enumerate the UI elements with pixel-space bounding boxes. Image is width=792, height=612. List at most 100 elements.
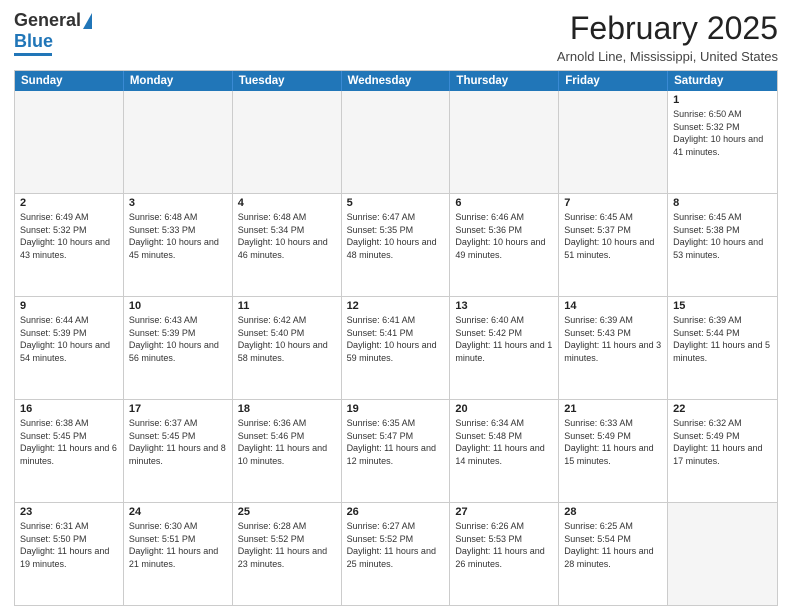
day-cell-2-3: 12Sunrise: 6:41 AM Sunset: 5:41 PM Dayli… — [342, 297, 451, 399]
day-number: 8 — [673, 197, 772, 209]
day-info: Sunrise: 6:32 AM Sunset: 5:49 PM Dayligh… — [673, 417, 772, 467]
logo-general: General — [14, 10, 81, 31]
day-number: 25 — [238, 506, 336, 518]
day-number: 27 — [455, 506, 553, 518]
day-cell-0-0 — [15, 91, 124, 193]
day-cell-3-4: 20 Sunrise: 6:34 AM Sunset: 5:48 PM Dayli… — [450, 400, 559, 502]
day-cell-3-3: 19Sunrise: 6:35 AM Sunset: 5:47 PM Dayli… — [342, 400, 451, 502]
day-info: Sunrise: 6:27 AM Sunset: 5:52 PM Dayligh… — [347, 520, 445, 570]
day-number: 4 — [238, 197, 336, 209]
week-row-3: 16 Sunrise: 6:38 AM Sunset: 5:45 PM Dayli… — [15, 399, 777, 502]
day-cell-2-6: 15 Sunrise: 6:39 AM Sunset: 5:44 PM Dayli… — [668, 297, 777, 399]
day-info: Sunrise: 6:35 AM Sunset: 5:47 PM Dayligh… — [347, 417, 445, 467]
day-info: Sunrise: 6:39 AM Sunset: 5:44 PM Dayligh… — [673, 314, 772, 364]
day-cell-2-2: 11Sunrise: 6:42 AM Sunset: 5:40 PM Dayli… — [233, 297, 342, 399]
header-wednesday: Wednesday — [342, 71, 451, 91]
header-sunday: Sunday — [15, 71, 124, 91]
logo: General Blue — [14, 10, 92, 56]
day-number: 5 — [347, 197, 445, 209]
page: General Blue February 2025 Arnold Line, … — [0, 0, 792, 612]
day-cell-0-3 — [342, 91, 451, 193]
day-info: Sunrise: 6:48 AM Sunset: 5:34 PM Dayligh… — [238, 211, 336, 261]
day-info: Sunrise: 6:39 AM Sunset: 5:43 PM Dayligh… — [564, 314, 662, 364]
day-number: 13 — [455, 300, 553, 312]
day-info: Sunrise: 6:40 AM Sunset: 5:42 PM Dayligh… — [455, 314, 553, 364]
day-cell-1-1: 3 Sunrise: 6:48 AM Sunset: 5:33 PM Daylig… — [124, 194, 233, 296]
day-info: Sunrise: 6:30 AM Sunset: 5:51 PM Dayligh… — [129, 520, 227, 570]
day-number: 3 — [129, 197, 227, 209]
day-number: 23 — [20, 506, 118, 518]
calendar: Sunday Monday Tuesday Wednesday Thursday… — [14, 70, 778, 606]
day-number: 10 — [129, 300, 227, 312]
day-number: 21 — [564, 403, 662, 415]
day-cell-1-0: 2 Sunrise: 6:49 AM Sunset: 5:32 PM Daylig… — [15, 194, 124, 296]
header-tuesday: Tuesday — [233, 71, 342, 91]
day-number: 16 — [20, 403, 118, 415]
day-info: Sunrise: 6:43 AM Sunset: 5:39 PM Dayligh… — [129, 314, 227, 364]
day-number: 14 — [564, 300, 662, 312]
day-cell-3-0: 16 Sunrise: 6:38 AM Sunset: 5:45 PM Dayli… — [15, 400, 124, 502]
header-monday: Monday — [124, 71, 233, 91]
day-cell-4-1: 24 Sunrise: 6:30 AM Sunset: 5:51 PM Dayli… — [124, 503, 233, 605]
day-cell-3-5: 21 Sunrise: 6:33 AM Sunset: 5:49 PM Dayli… — [559, 400, 668, 502]
logo-triangle-icon — [83, 13, 92, 29]
day-info: Sunrise: 6:28 AM Sunset: 5:52 PM Dayligh… — [238, 520, 336, 570]
week-row-1: 2 Sunrise: 6:49 AM Sunset: 5:32 PM Daylig… — [15, 193, 777, 296]
day-number: 7 — [564, 197, 662, 209]
location: Arnold Line, Mississippi, United States — [557, 49, 778, 64]
day-cell-1-4: 6 Sunrise: 6:46 AM Sunset: 5:36 PM Daylig… — [450, 194, 559, 296]
day-info: Sunrise: 6:31 AM Sunset: 5:50 PM Dayligh… — [20, 520, 118, 570]
day-info: Sunrise: 6:45 AM Sunset: 5:37 PM Dayligh… — [564, 211, 662, 261]
day-info: Sunrise: 6:34 AM Sunset: 5:48 PM Dayligh… — [455, 417, 553, 467]
day-number: 9 — [20, 300, 118, 312]
week-row-0: 1Sunrise: 6:50 AM Sunset: 5:32 PM Daylig… — [15, 91, 777, 193]
day-info: Sunrise: 6:25 AM Sunset: 5:54 PM Dayligh… — [564, 520, 662, 570]
day-number: 2 — [20, 197, 118, 209]
day-number: 18 — [238, 403, 336, 415]
day-number: 12 — [347, 300, 445, 312]
day-info: Sunrise: 6:48 AM Sunset: 5:33 PM Dayligh… — [129, 211, 227, 261]
day-cell-2-0: 9 Sunrise: 6:44 AM Sunset: 5:39 PM Daylig… — [15, 297, 124, 399]
day-number: 26 — [347, 506, 445, 518]
day-info: Sunrise: 6:36 AM Sunset: 5:46 PM Dayligh… — [238, 417, 336, 467]
calendar-body: 1Sunrise: 6:50 AM Sunset: 5:32 PM Daylig… — [15, 91, 777, 605]
day-cell-4-5: 28 Sunrise: 6:25 AM Sunset: 5:54 PM Dayli… — [559, 503, 668, 605]
day-info: Sunrise: 6:49 AM Sunset: 5:32 PM Dayligh… — [20, 211, 118, 261]
day-cell-0-2 — [233, 91, 342, 193]
day-cell-2-4: 13 Sunrise: 6:40 AM Sunset: 5:42 PM Dayli… — [450, 297, 559, 399]
day-cell-4-4: 27 Sunrise: 6:26 AM Sunset: 5:53 PM Dayli… — [450, 503, 559, 605]
day-number: 24 — [129, 506, 227, 518]
day-cell-1-5: 7 Sunrise: 6:45 AM Sunset: 5:37 PM Daylig… — [559, 194, 668, 296]
day-number: 17 — [129, 403, 227, 415]
day-number: 11 — [238, 300, 336, 312]
day-cell-3-1: 17Sunrise: 6:37 AM Sunset: 5:45 PM Dayli… — [124, 400, 233, 502]
day-cell-0-1 — [124, 91, 233, 193]
month-title: February 2025 — [557, 10, 778, 47]
day-info: Sunrise: 6:45 AM Sunset: 5:38 PM Dayligh… — [673, 211, 772, 261]
day-info: Sunrise: 6:50 AM Sunset: 5:32 PM Dayligh… — [673, 108, 772, 158]
day-number: 28 — [564, 506, 662, 518]
day-cell-1-3: 5 Sunrise: 6:47 AM Sunset: 5:35 PM Daylig… — [342, 194, 451, 296]
day-number: 20 — [455, 403, 553, 415]
day-cell-2-1: 10 Sunrise: 6:43 AM Sunset: 5:39 PM Dayli… — [124, 297, 233, 399]
day-cell-4-3: 26 Sunrise: 6:27 AM Sunset: 5:52 PM Dayli… — [342, 503, 451, 605]
day-info: Sunrise: 6:47 AM Sunset: 5:35 PM Dayligh… — [347, 211, 445, 261]
header: General Blue February 2025 Arnold Line, … — [14, 10, 778, 64]
day-info: Sunrise: 6:38 AM Sunset: 5:45 PM Dayligh… — [20, 417, 118, 467]
day-cell-4-0: 23 Sunrise: 6:31 AM Sunset: 5:50 PM Dayli… — [15, 503, 124, 605]
day-cell-4-6 — [668, 503, 777, 605]
day-number: 15 — [673, 300, 772, 312]
day-cell-0-5 — [559, 91, 668, 193]
logo-blue: Blue — [14, 31, 53, 52]
day-cell-3-6: 22 Sunrise: 6:32 AM Sunset: 5:49 PM Dayli… — [668, 400, 777, 502]
week-row-4: 23 Sunrise: 6:31 AM Sunset: 5:50 PM Dayli… — [15, 502, 777, 605]
day-number: 22 — [673, 403, 772, 415]
day-info: Sunrise: 6:26 AM Sunset: 5:53 PM Dayligh… — [455, 520, 553, 570]
header-saturday: Saturday — [668, 71, 777, 91]
day-cell-1-6: 8 Sunrise: 6:45 AM Sunset: 5:38 PM Daylig… — [668, 194, 777, 296]
day-info: Sunrise: 6:44 AM Sunset: 5:39 PM Dayligh… — [20, 314, 118, 364]
day-number: 6 — [455, 197, 553, 209]
day-info: Sunrise: 6:33 AM Sunset: 5:49 PM Dayligh… — [564, 417, 662, 467]
day-info: Sunrise: 6:46 AM Sunset: 5:36 PM Dayligh… — [455, 211, 553, 261]
header-friday: Friday — [559, 71, 668, 91]
